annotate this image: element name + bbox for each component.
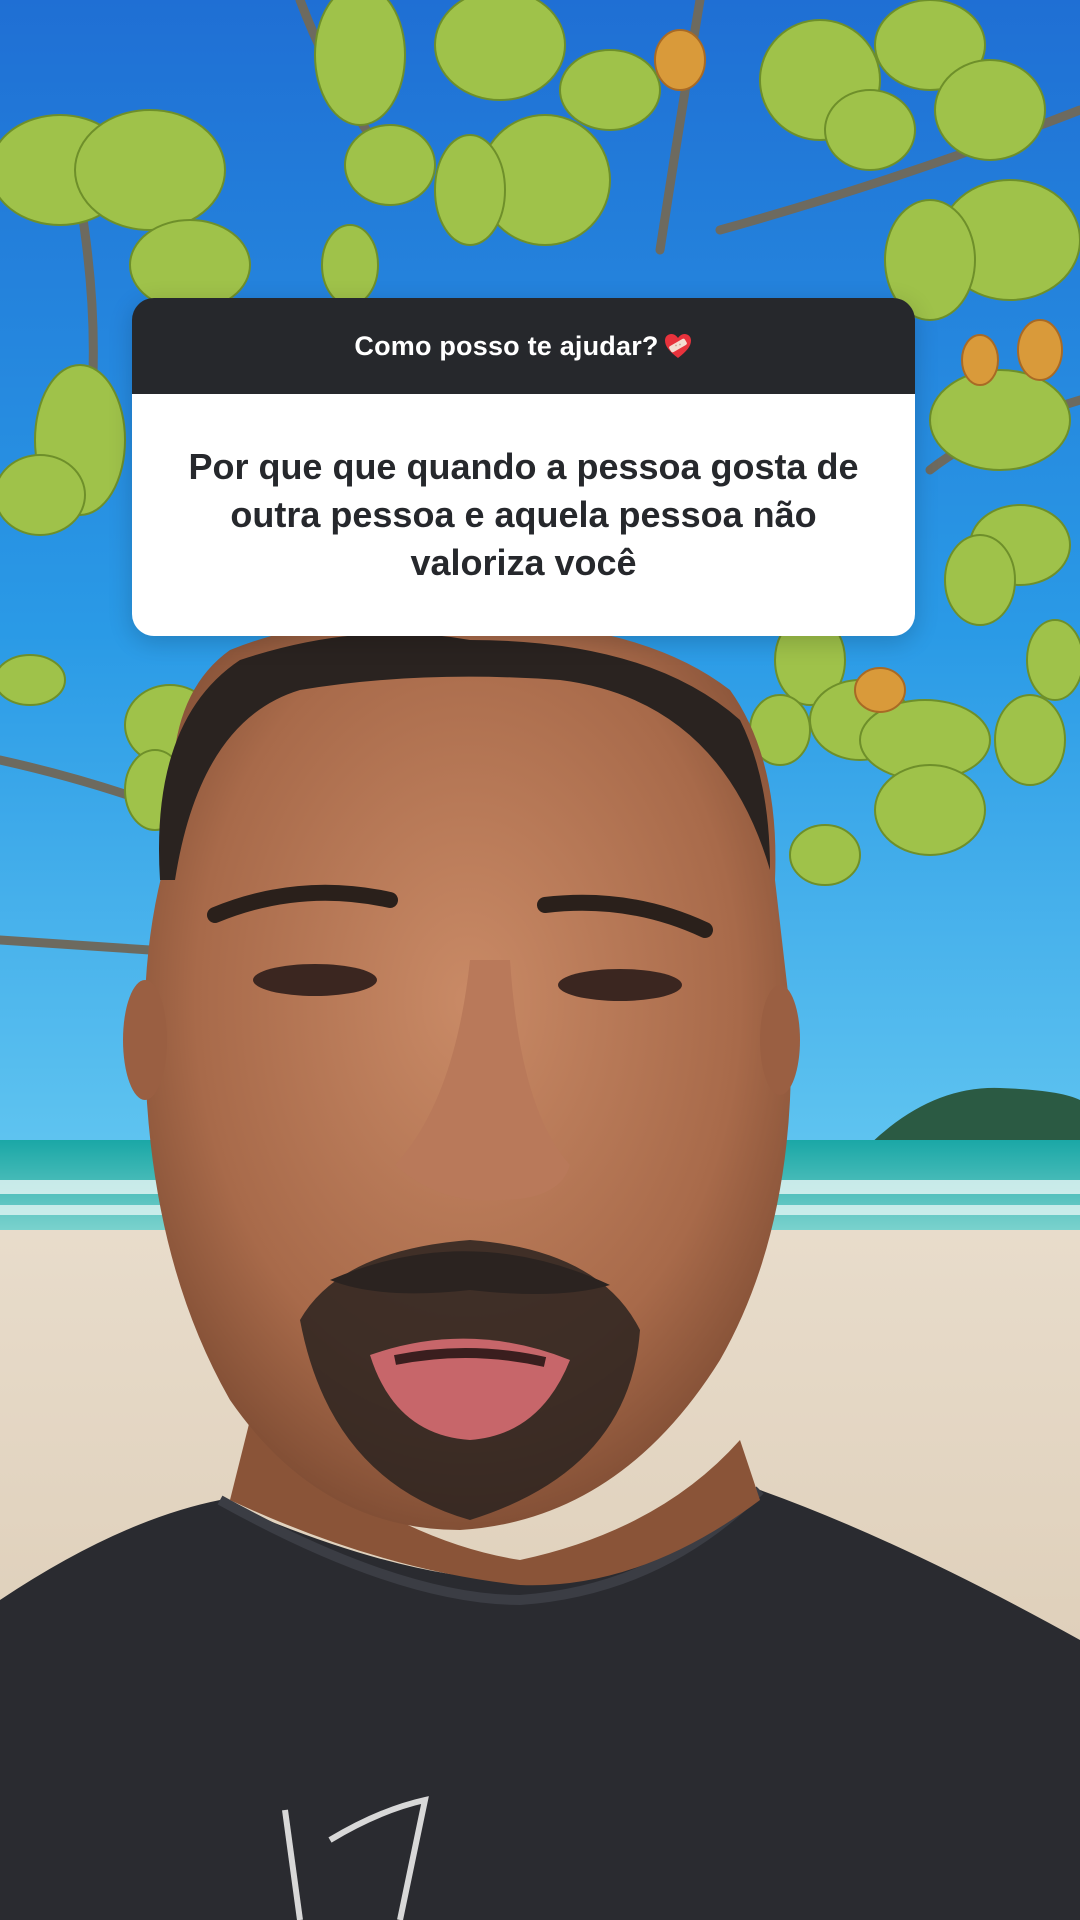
question-sticker-header: Como posso te ajudar? [132, 298, 915, 394]
question-prompt: Como posso te ajudar? [354, 330, 659, 361]
question-sticker[interactable]: Como posso te ajudar? Por que que quando… [132, 298, 915, 636]
story-view[interactable]: Como posso te ajudar? Por que que quando… [0, 0, 1080, 1920]
heart-bandage-icon [664, 334, 691, 358]
background-photo [0, 0, 1080, 1920]
question-text: Por que que quando a pessoa gosta de out… [188, 446, 859, 583]
question-sticker-body: Por que que quando a pessoa gosta de out… [132, 394, 915, 636]
